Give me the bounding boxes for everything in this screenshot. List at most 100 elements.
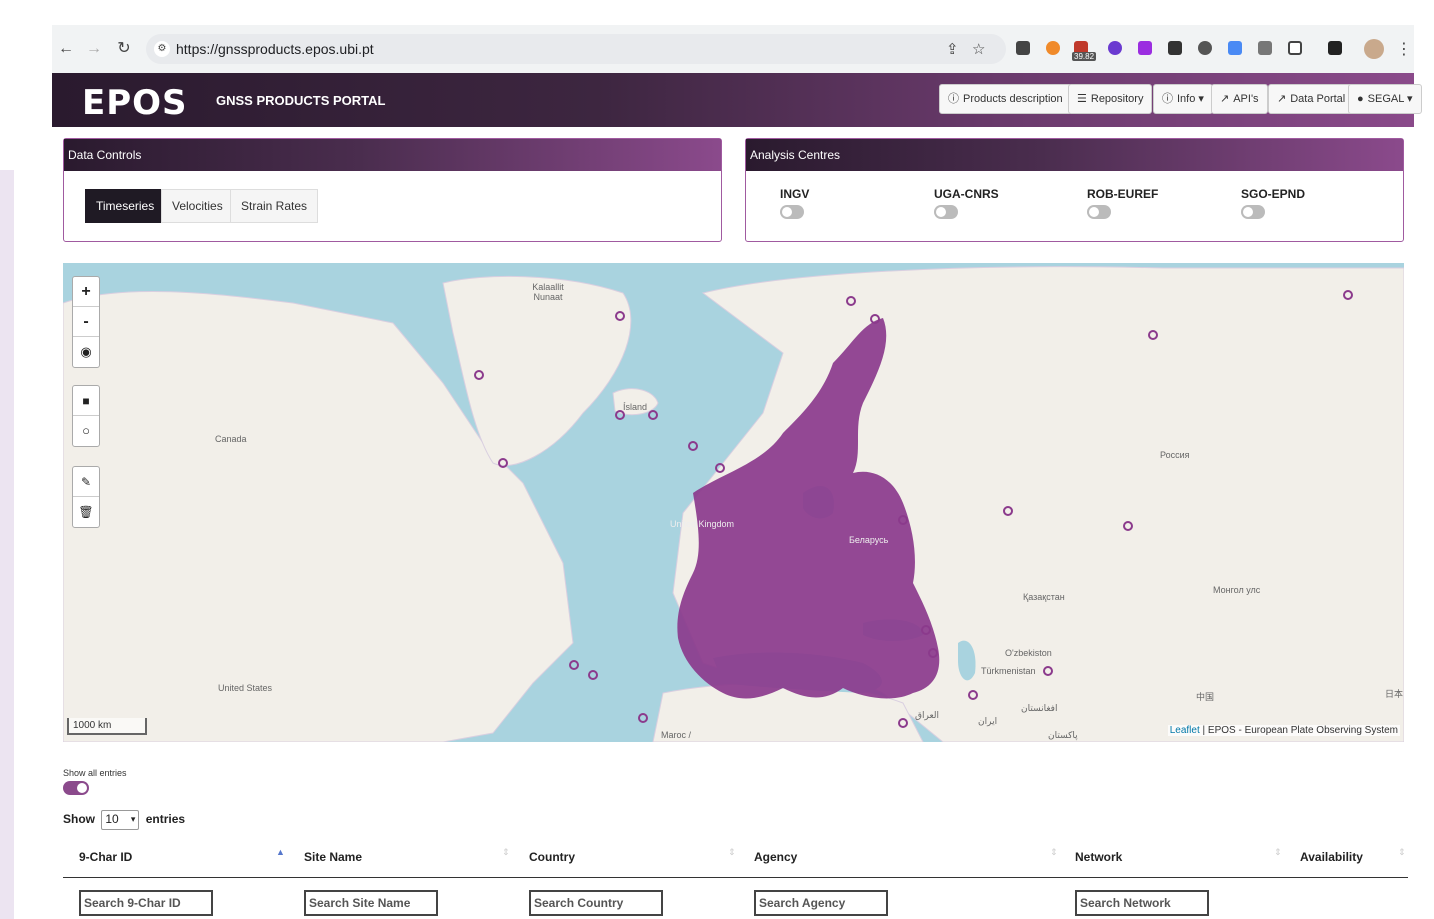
portal-title: GNSS PRODUCTS PORTAL (216, 93, 386, 108)
map-label-morocco: Maroc / (661, 730, 692, 740)
draw-rectangle-icon[interactable]: ■ (73, 386, 99, 416)
menu-kebab-icon[interactable]: ⋮ (1396, 39, 1412, 59)
attribution-text: | EPOS - European Plate Observing System (1199, 725, 1398, 736)
button-label: Products description (963, 93, 1063, 105)
edit-control: ✎ 🗑 (72, 466, 100, 528)
edit-icon[interactable]: ✎ (73, 467, 99, 497)
profile-avatar[interactable] (1364, 39, 1384, 59)
sort-icon[interactable]: ⇕ (728, 847, 736, 858)
sort-icon[interactable]: ⇕ (1050, 847, 1058, 858)
share-icon[interactable]: ⇪ (946, 40, 959, 58)
col-header-site-name[interactable]: Site Name (304, 850, 362, 864)
data-controls-panel: Data Controls Timeseries Velocities Stra… (63, 138, 722, 242)
back-icon[interactable]: ← (56, 39, 76, 59)
map-view[interactable]: + - ◉ ■ ○ ✎ 🗑 Kalaallit Nunaat Canada Un… (63, 263, 1404, 742)
button-label: SEGAL ▾ (1367, 93, 1413, 105)
extension-icon[interactable] (1228, 41, 1242, 55)
tab-timeseries[interactable]: Timeseries (85, 189, 166, 223)
map-label-turkmenistan: Türkmenistan (981, 666, 1036, 676)
col-header-agency[interactable]: Agency (754, 850, 797, 864)
map-label-iceland: Ísland (623, 402, 648, 412)
extension-icon[interactable] (1016, 41, 1030, 55)
sort-icon[interactable]: ⇕ (1274, 847, 1282, 858)
epos-logo[interactable]: EPOS (82, 83, 188, 123)
tab-velocities[interactable]: Velocities (161, 189, 234, 223)
button-label: API's (1233, 93, 1259, 105)
centre-toggle[interactable] (934, 205, 958, 219)
button-label: Info ▾ (1177, 93, 1204, 105)
table-header-divider (63, 877, 1408, 878)
sort-icon[interactable]: ⇕ (502, 847, 510, 858)
list-icon: ☰ (1077, 93, 1087, 105)
show-all-label: Show all entries (63, 768, 127, 778)
map-label-russia: Россия (1160, 450, 1190, 460)
site-info-icon[interactable]: ⚙ (154, 41, 170, 57)
repository-button[interactable]: ☰ Repository (1068, 84, 1153, 114)
tab-strain-rates[interactable]: Strain Rates (230, 189, 319, 223)
reload-icon[interactable]: ↻ (114, 39, 134, 59)
map-label-uzbekistan: O'zbekiston (1005, 648, 1052, 658)
apis-button[interactable]: ↗ API's (1211, 84, 1268, 114)
col-header-availability[interactable]: Availability (1300, 850, 1363, 864)
button-label: Data Portal (1290, 93, 1346, 105)
map-label-china: 中国 (1196, 692, 1215, 702)
map-attribution: Leaflet | EPOS - European Plate Observin… (1167, 725, 1400, 736)
search-agency-input[interactable]: Search Agency (754, 890, 888, 916)
centre-label: SGO-EPND (1241, 187, 1306, 201)
col-header-id[interactable]: 9-Char ID (79, 850, 132, 864)
page-length-value: 10 (105, 812, 119, 826)
map-label-pakistan: پاکستان (1048, 730, 1078, 740)
sidepanel-icon[interactable] (1328, 41, 1342, 55)
extension-icon[interactable] (1168, 41, 1182, 55)
extension-icon[interactable] (1108, 41, 1122, 55)
globe-icon[interactable]: ◉ (73, 337, 99, 367)
extension-icon[interactable] (1138, 41, 1152, 55)
panel-title: Data Controls (64, 139, 721, 171)
map-label-usa: United States (218, 683, 273, 693)
centre-uga-cnrs: UGA-CNRS (934, 187, 999, 219)
info-icon: ⓘ (948, 93, 959, 105)
centre-sgo-epnd: SGO-EPND (1241, 187, 1305, 219)
data-portal-button[interactable]: ↗ Data Portal (1268, 84, 1355, 114)
screenshot-frame: ← → ↻ ⚙ https://gnssproducts.epos.ubi.pt… (0, 0, 1434, 919)
draw-circle-icon[interactable]: ○ (73, 416, 99, 446)
puzzle-icon[interactable] (1288, 41, 1302, 55)
search-id-input[interactable]: Search 9-Char ID (79, 890, 213, 916)
forward-icon[interactable]: → (84, 39, 104, 59)
map-label-japan: 日本 (1385, 689, 1404, 699)
external-link-icon: ↗ (1220, 93, 1230, 105)
station-marker (648, 410, 658, 420)
centre-toggle[interactable] (780, 205, 804, 219)
url-text: https://gnssproducts.epos.ubi.pt (176, 41, 374, 57)
centre-label: ROB-EUREF (1087, 187, 1159, 201)
map-label-canada: Canada (215, 434, 247, 444)
info-dropdown-button[interactable]: ⓘ Info ▾ (1153, 84, 1213, 114)
page-length-select[interactable]: 10 ▾ (101, 810, 140, 830)
extension-icon[interactable] (1198, 41, 1212, 55)
search-site-input[interactable]: Search Site Name (304, 890, 438, 916)
map-label-greenland: Kalaallit Nunaat (532, 282, 564, 302)
leaflet-link[interactable]: Leaflet (1170, 725, 1200, 736)
extension-icon[interactable] (1258, 41, 1272, 55)
extension-icon[interactable] (1046, 41, 1060, 55)
centre-toggle[interactable] (1087, 205, 1111, 219)
draw-shape-control: ■ ○ (72, 385, 100, 447)
products-description-button[interactable]: ⓘ Products description (939, 84, 1072, 114)
centre-toggle[interactable] (1241, 205, 1265, 219)
centre-rob-euref: ROB-EUREF (1087, 187, 1158, 219)
map-label-afghanistan: افغانستان (1021, 703, 1058, 713)
search-network-input[interactable]: Search Network (1075, 890, 1209, 916)
col-header-country[interactable]: Country (529, 850, 575, 864)
trash-icon[interactable]: 🗑 (73, 497, 99, 527)
zoom-in-button[interactable]: + (73, 277, 99, 307)
sort-asc-icon[interactable]: ▲ (276, 847, 285, 857)
zoom-out-button[interactable]: - (73, 307, 99, 337)
col-header-network[interactable]: Network (1075, 850, 1122, 864)
sort-icon[interactable]: ⇕ (1398, 847, 1406, 858)
address-bar[interactable]: ⚙ https://gnssproducts.epos.ubi.pt (146, 34, 1006, 64)
bookmark-star-icon[interactable]: ☆ (972, 40, 985, 58)
show-all-toggle[interactable] (63, 781, 89, 795)
user-menu-button[interactable]: ● SEGAL ▾ (1348, 84, 1422, 114)
map-label-belarus: Беларусь (849, 535, 889, 545)
search-country-input[interactable]: Search Country (529, 890, 663, 916)
